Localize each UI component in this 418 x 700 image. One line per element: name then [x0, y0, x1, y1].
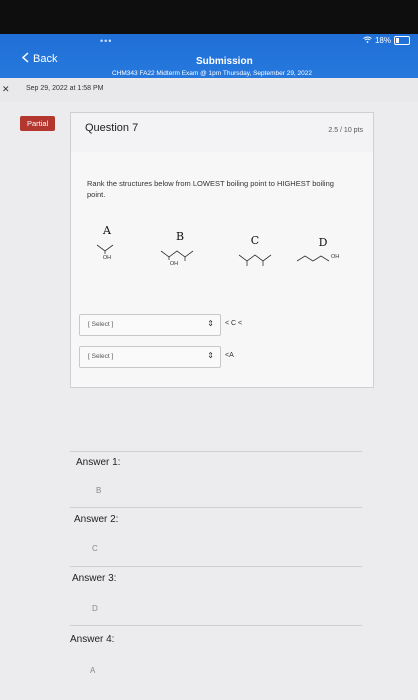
- question-prompt: Rank the structures below from LOWEST bo…: [87, 179, 334, 199]
- answer-2-value: C: [92, 544, 98, 553]
- question-body: Rank the structures below from LOWEST bo…: [70, 152, 374, 388]
- close-icon[interactable]: ✕: [2, 84, 10, 95]
- divider: [70, 625, 362, 626]
- answer-4-value: A: [90, 666, 96, 675]
- molecule-d-structure: [296, 255, 330, 262]
- rank-select-2[interactable]: [ Select ] ⇕: [79, 346, 221, 368]
- more-dots-icon[interactable]: •••: [100, 36, 112, 46]
- molecule-label: D: [318, 236, 328, 249]
- divider: [70, 566, 362, 567]
- chevron-left-icon: [21, 52, 29, 66]
- page-title: Submission: [196, 56, 253, 67]
- molecule-c-structure: [238, 254, 272, 266]
- status-bar: 18%: [363, 36, 410, 45]
- molecule-a-oh: OH: [102, 255, 112, 261]
- molecule-a: A OH: [89, 224, 125, 261]
- date-bar: ✕ Sep 29, 2022 at 1:58 PM: [0, 78, 418, 103]
- battery-percent: 18%: [374, 36, 391, 45]
- page-subtitle: CHM343 FA22 Midterm Exam @ 1pm Thursday,…: [112, 70, 313, 77]
- answer-1-label: Answer 1:: [76, 457, 121, 468]
- question-title: Question 7: [85, 122, 139, 134]
- answer-4-label: Answer 4:: [70, 634, 115, 645]
- question-header: Question 7 2.5 / 10 pts: [70, 112, 374, 154]
- answer-3-value: D: [92, 604, 98, 613]
- molecule-d: D OH: [295, 236, 351, 265]
- divider: [70, 451, 362, 452]
- divider: [70, 507, 362, 508]
- rank-select-1[interactable]: [ Select ] ⇕: [79, 314, 221, 336]
- answer-2-label: Answer 2:: [74, 514, 119, 525]
- answer-3-label: Answer 3:: [72, 573, 117, 584]
- molecule-d-oh: OH: [331, 254, 340, 260]
- molecule-label: B: [175, 230, 185, 243]
- main-content: Partial Question 7 2.5 / 10 pts Rank the…: [0, 102, 418, 700]
- molecule-b: B OH: [155, 230, 205, 267]
- molecule-label: A: [103, 224, 111, 237]
- molecule-c: C: [235, 234, 275, 269]
- question-points: 2.5 / 10 pts: [328, 127, 363, 134]
- submission-date: Sep 29, 2022 at 1:58 PM: [26, 85, 104, 92]
- select-placeholder: [ Select ]: [88, 353, 114, 360]
- select-suffix-2: <A: [225, 352, 234, 359]
- molecule-label: C: [250, 234, 260, 247]
- battery-icon: [394, 36, 410, 45]
- answer-1-value: B: [96, 486, 102, 495]
- updown-chevron-icon: ⇕: [207, 351, 214, 360]
- status-badge: Partial: [20, 116, 56, 131]
- select-suffix-1: < C <: [225, 320, 243, 327]
- back-label: Back: [33, 53, 58, 65]
- updown-chevron-icon: ⇕: [207, 319, 214, 328]
- select-placeholder: [ Select ]: [88, 321, 114, 328]
- wifi-icon: [363, 36, 372, 45]
- back-button[interactable]: Back: [21, 52, 58, 66]
- photo-top-frame: [0, 0, 418, 34]
- molecule-b-oh: OH: [169, 261, 179, 267]
